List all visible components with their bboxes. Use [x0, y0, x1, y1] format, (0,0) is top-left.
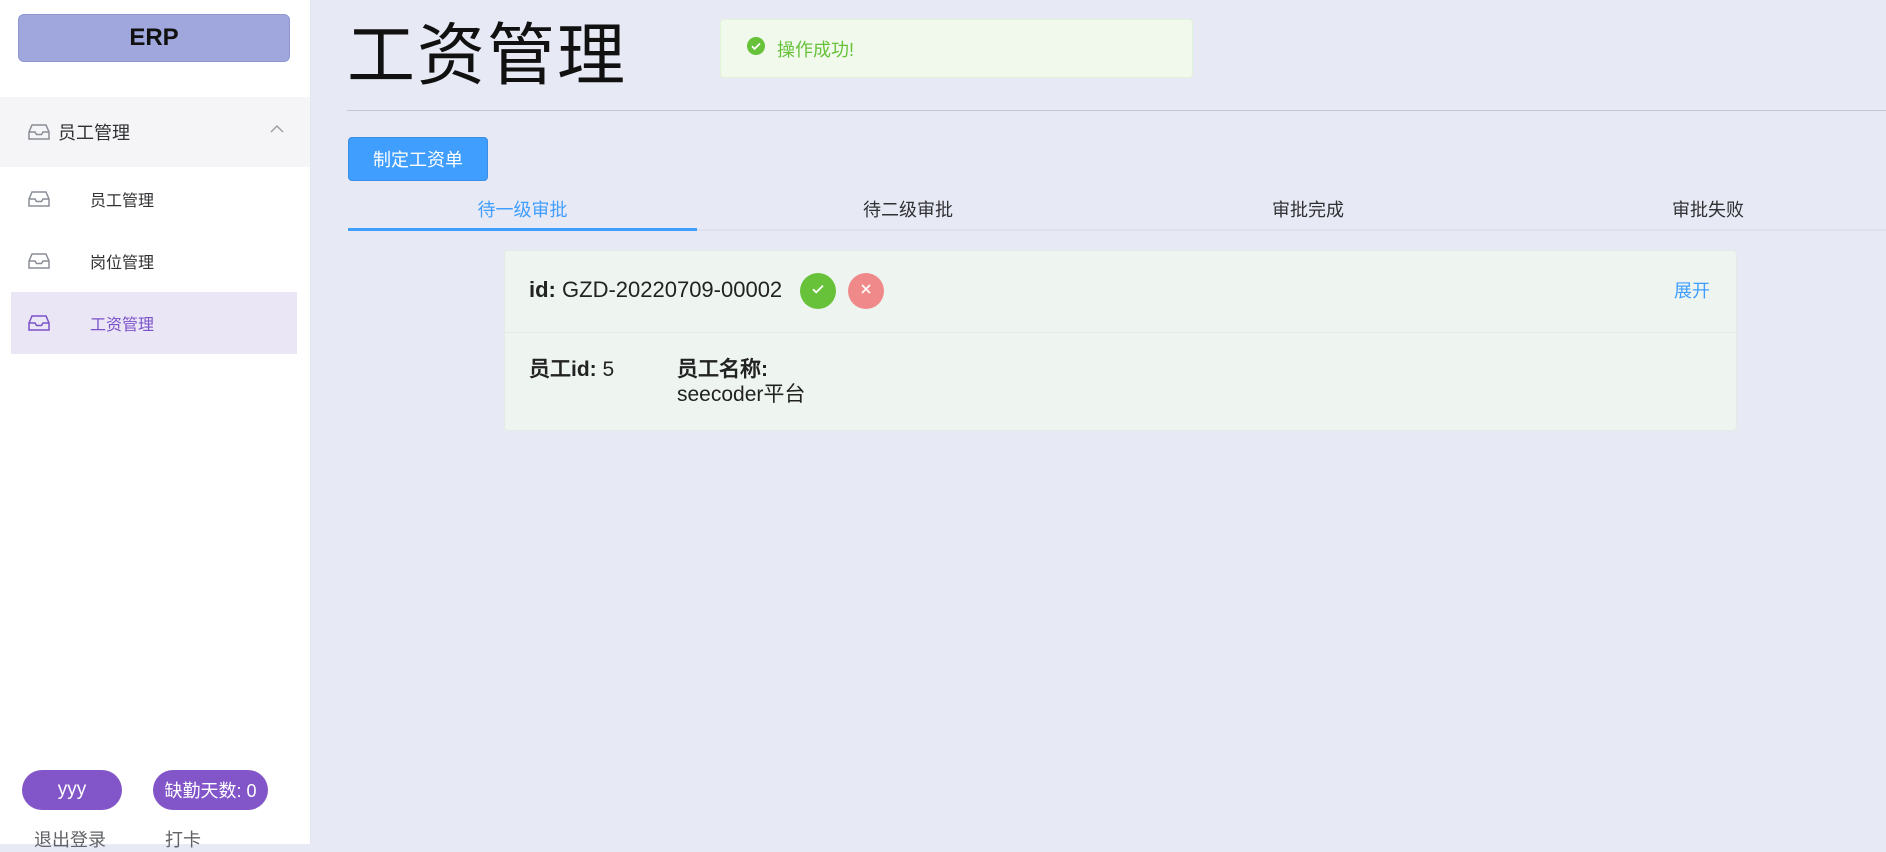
payroll-id: id: GZD-20220709-00002 [529, 277, 782, 303]
sidebar-item-label: 工资管理 [90, 317, 155, 334]
sidebar: ERP 员工管理 员工管理 岗位管理 工资管理 yyy 缺勤天数: 0 退出登录… [0, 0, 311, 850]
approve-button[interactable] [800, 273, 836, 309]
chevron-up-icon [270, 121, 284, 139]
inbox-icon [28, 252, 50, 270]
sidebar-item-position-management[interactable]: 岗位管理 [11, 230, 297, 292]
payroll-id-label: id: [529, 277, 556, 302]
page-title: 工资管理 [347, 18, 628, 94]
clock-in-link[interactable]: 打卡 [165, 826, 201, 852]
employee-name-value: seecoder平台 [677, 383, 806, 406]
expand-link[interactable]: 展开 [1674, 277, 1710, 303]
tab-rejected[interactable]: 审批失败 [1548, 188, 1868, 229]
tab-pending-level2[interactable]: 待二级审批 [748, 188, 1068, 229]
menu-group-label: 员工管理 [58, 123, 130, 143]
active-tab-indicator [348, 228, 697, 231]
employee-id-value: 5 [602, 358, 615, 381]
approval-tabs: 待一级审批 待二级审批 审批完成 审批失败 [348, 188, 1886, 231]
sidebar-item-employee-management[interactable]: 员工管理 [11, 168, 297, 230]
user-badge[interactable]: yyy [22, 770, 122, 810]
sidebar-item-label: 岗位管理 [90, 255, 155, 272]
payroll-id-value: GZD-20220709-00002 [562, 277, 783, 302]
logout-link[interactable]: 退出登录 [34, 826, 106, 852]
sidebar-item-salary-management[interactable]: 工资管理 [11, 292, 297, 354]
absence-days-badge: 缺勤天数: 0 [153, 770, 268, 810]
menu-group-employee-management[interactable]: 员工管理 [0, 97, 310, 167]
toast-message: 操作成功! [777, 39, 855, 60]
create-payroll-button[interactable]: 制定工资单 [348, 137, 488, 181]
inbox-icon [28, 123, 50, 141]
app-logo: ERP [18, 14, 290, 62]
card-header: id: GZD-20220709-00002 展开 [505, 251, 1736, 333]
payroll-card: id: GZD-20220709-00002 展开 员工id: 5 员工名称: … [504, 250, 1737, 431]
employee-id-label: 员工id: [529, 358, 597, 381]
reject-button[interactable] [848, 273, 884, 309]
success-toast: 操作成功! [720, 19, 1193, 78]
check-circle-icon [747, 37, 765, 60]
inbox-icon [28, 190, 50, 208]
employee-name-field: 员工名称: seecoder平台 [677, 357, 805, 407]
employee-id-field: 员工id: 5 [529, 357, 614, 382]
sidebar-item-label: 员工管理 [90, 193, 155, 210]
check-icon [811, 282, 825, 300]
header-divider [347, 110, 1886, 111]
tab-pending-level1[interactable]: 待一级审批 [348, 188, 697, 229]
inbox-icon [28, 314, 50, 332]
employee-name-label: 员工名称: [677, 358, 768, 381]
close-icon [860, 282, 872, 300]
tab-approved[interactable]: 审批完成 [1148, 188, 1468, 229]
